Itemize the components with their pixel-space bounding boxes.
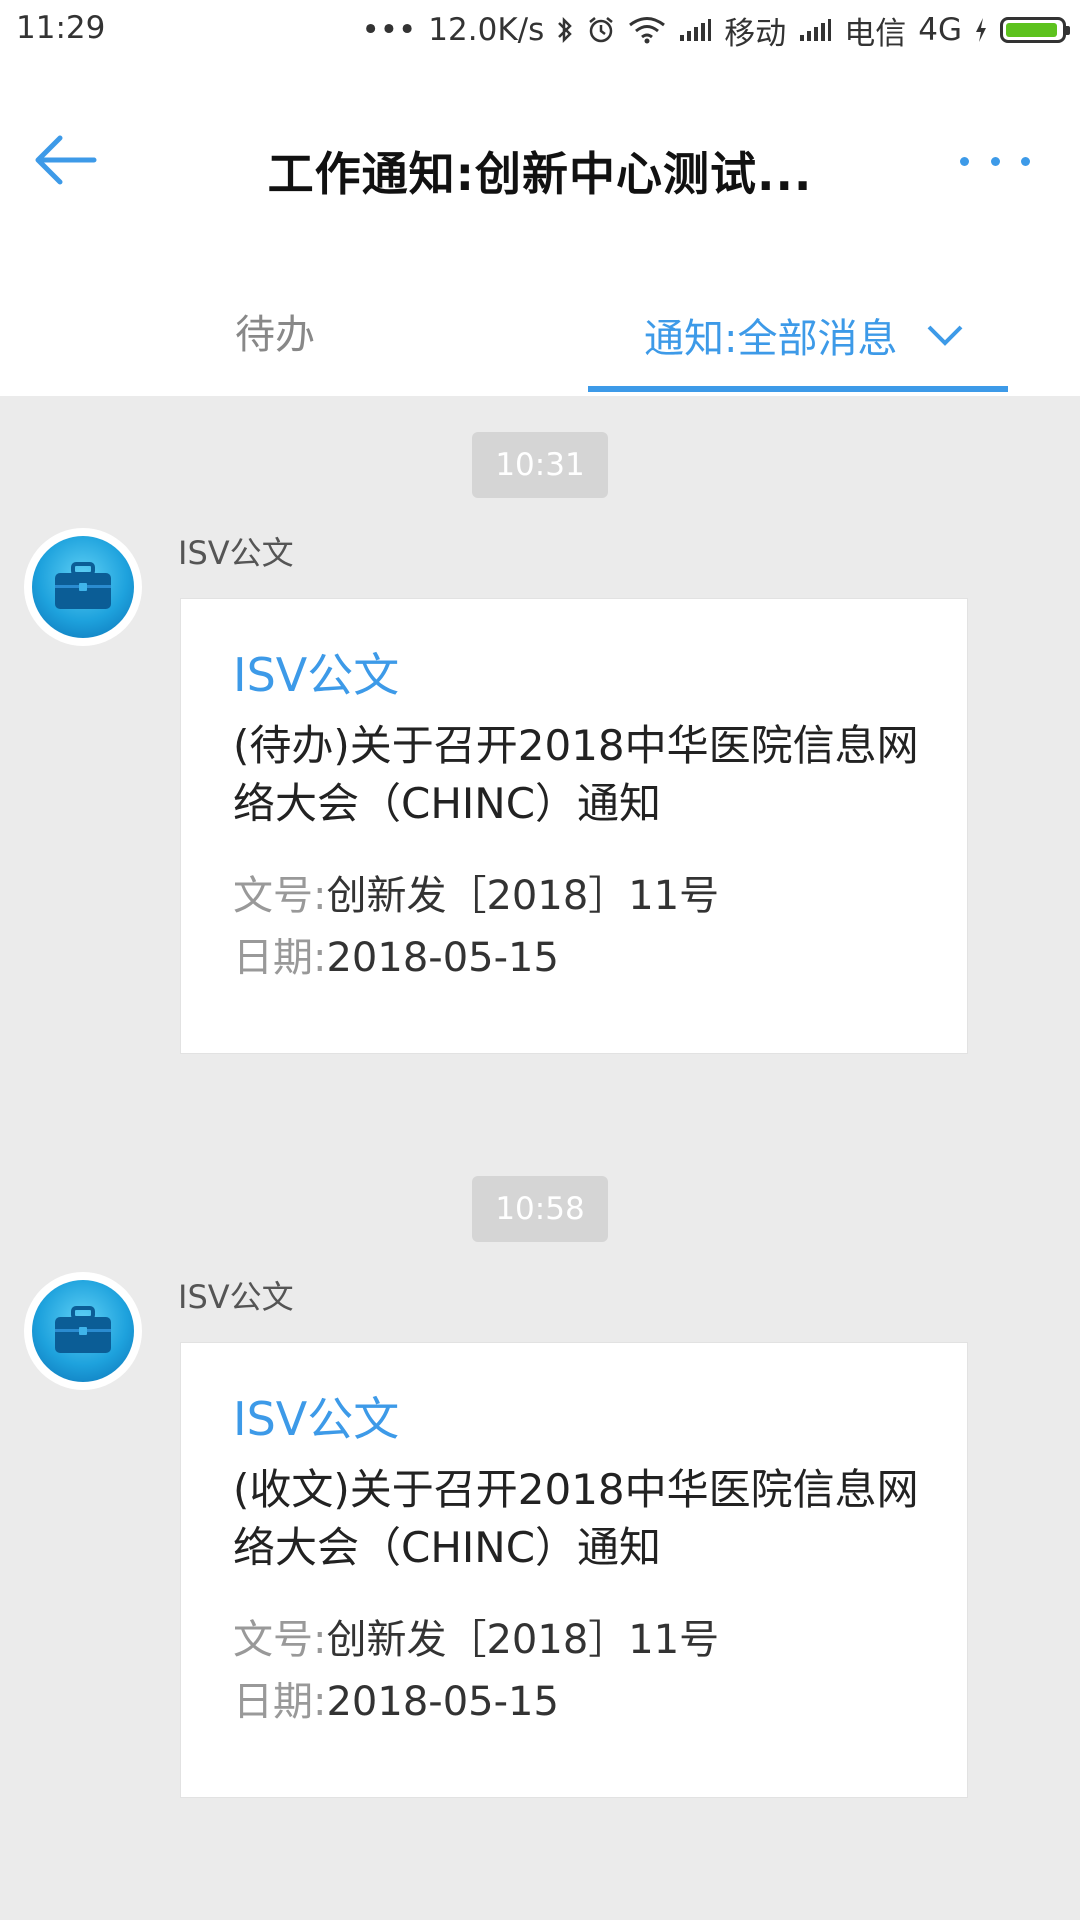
tab-notice-label: 通知:全部消息 xyxy=(644,316,898,362)
network-speed: 12.0K/s xyxy=(428,12,545,48)
doc-date-label: 日期: xyxy=(233,935,327,981)
doc-number-label: 文号: xyxy=(233,873,327,919)
page-title: 工作通知:创新中心测试... xyxy=(267,147,813,201)
doc-number: 文号:创新发［2018］11号 xyxy=(233,863,719,921)
doc-number: 文号:创新发［2018］11号 xyxy=(233,1607,719,1665)
timestamp-chip: 10:58 xyxy=(472,1176,608,1242)
doc-number-value: 创新发［2018］11号 xyxy=(326,873,720,919)
briefcase-icon xyxy=(55,562,111,609)
status-bar: 11:29 ••• 12.0K/s 移动 电信 4G xyxy=(0,0,1080,62)
wifi-icon xyxy=(629,17,666,44)
more-options-button[interactable] xyxy=(960,150,1030,172)
status-time: 11:29 xyxy=(16,10,106,46)
more-dot-icon xyxy=(990,156,1000,166)
card-body: (收文)关于召开2018中华医院信息网络大会（CHINC）通知 xyxy=(233,1465,919,1572)
app-header: 工作通知:创新中心测试... xyxy=(0,62,1080,262)
bluetooth-icon xyxy=(558,16,573,44)
doc-number-label: 文号: xyxy=(233,1617,327,1663)
avatar[interactable] xyxy=(24,1272,142,1390)
notification-dots: ••• xyxy=(361,12,417,48)
carrier-1: 移动 xyxy=(724,15,787,52)
card-title: ISV公文 xyxy=(233,1392,400,1446)
doc-date: 日期:2018-05-15 xyxy=(233,925,559,983)
status-icons: ••• 12.0K/s 移动 电信 4G xyxy=(361,8,1070,52)
charging-icon xyxy=(976,18,986,42)
doc-date-value: 2018-05-15 xyxy=(326,1679,559,1725)
signal-icon-2 xyxy=(800,19,832,41)
signal-icon xyxy=(680,19,712,41)
more-dot-icon xyxy=(960,156,969,166)
sender-name: ISV公文 xyxy=(178,534,294,572)
battery-icon xyxy=(1000,17,1070,43)
active-tab-indicator xyxy=(588,386,1008,392)
tab-todo[interactable]: 待办 xyxy=(235,302,315,360)
alarm-icon xyxy=(589,17,614,43)
carrier-2: 电信 xyxy=(844,15,907,52)
timestamp-chip: 10:31 xyxy=(472,432,608,498)
back-button[interactable] xyxy=(30,130,100,190)
doc-date: 日期:2018-05-15 xyxy=(233,1669,559,1727)
network-type: 4G xyxy=(918,12,962,48)
card-body: (待办)关于召开2018中华医院信息网络大会（CHINC）通知 xyxy=(233,721,919,828)
briefcase-icon xyxy=(55,1306,111,1353)
doc-number-value: 创新发［2018］11号 xyxy=(326,1617,720,1663)
chevron-down-icon xyxy=(928,325,963,346)
card-title: ISV公文 xyxy=(233,648,400,702)
sender-name: ISV公文 xyxy=(178,1278,294,1316)
message-card[interactable]: ISV公文 (收文)关于召开2018中华医院信息网络大会（CHINC）通知 文号… xyxy=(180,1342,968,1798)
tab-bar: 待办 通知:全部消息 xyxy=(0,262,1080,396)
arrow-left-icon xyxy=(35,135,97,185)
avatar[interactable] xyxy=(24,528,142,646)
doc-date-label: 日期: xyxy=(233,1679,327,1725)
doc-date-value: 2018-05-15 xyxy=(326,935,559,981)
more-dot-icon xyxy=(1021,156,1030,166)
tab-notice[interactable]: 通知:全部消息 xyxy=(644,306,965,364)
message-card[interactable]: ISV公文 (待办)关于召开2018中华医院信息网络大会（CHINC）通知 文号… xyxy=(180,598,968,1054)
